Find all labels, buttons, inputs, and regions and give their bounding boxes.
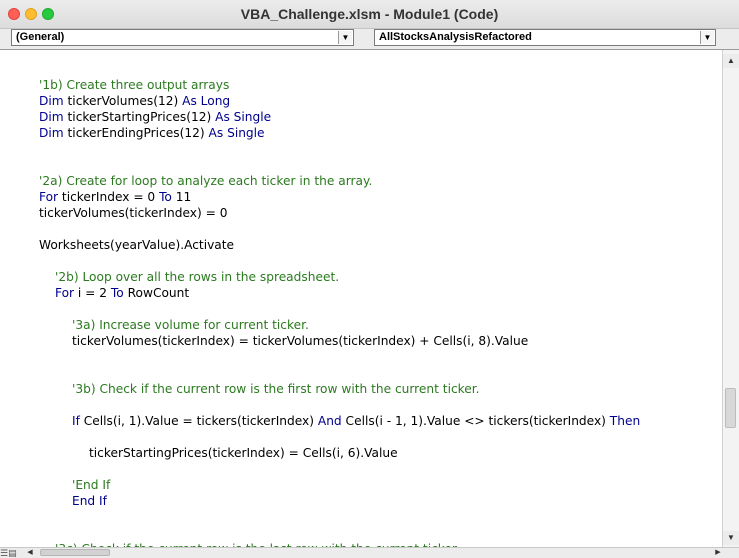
code-comment: '1b) Create three output arrays [39, 78, 230, 92]
scroll-right-icon[interactable]: ▶ [712, 548, 724, 558]
scroll-up-icon[interactable]: ▲ [723, 54, 739, 68]
code-line[interactable]: '2a) Create for loop to analyze each tic… [39, 173, 372, 189]
scroll-down-icon[interactable]: ▼ [723, 531, 739, 545]
code-text: Cells(i - 1, 1).Value <> tickers(tickerI… [341, 414, 610, 428]
code-text: i = 2 [74, 286, 111, 300]
code-comment: '3b) Check if the current row is the fir… [72, 382, 480, 396]
code-text: tickerVolumes(tickerIndex) = tickerVolum… [72, 334, 529, 348]
code-text: tickerVolumes(12) [63, 94, 183, 108]
code-line[interactable]: For tickerIndex = 0 To 11 [39, 189, 191, 205]
code-keyword: Dim [39, 94, 64, 108]
chevron-down-icon[interactable]: ▼ [338, 31, 352, 44]
code-window-toolbar: (General) ▼ AllStocksAnalysisRefactored … [0, 29, 739, 50]
code-line[interactable]: Dim tickerEndingPrices(12) As Single [39, 125, 265, 141]
code-keyword: As Single [208, 126, 265, 140]
code-comment: '2b) Loop over all the rows in the sprea… [55, 270, 340, 284]
code-text: tickerEndingPrices(12) [63, 126, 209, 140]
code-text: Worksheets(yearValue).Activate [39, 238, 235, 252]
code-text: tickerStartingPrices(12) [63, 110, 216, 124]
code-keyword: For [39, 190, 59, 204]
chevron-down-icon[interactable]: ▼ [700, 31, 714, 44]
code-text: tickerVolumes(tickerIndex) = 0 [39, 206, 228, 220]
code-text: Cells(i, 1).Value = tickers(tickerIndex) [79, 414, 318, 428]
code-comment: 'End If [72, 478, 111, 492]
procedure-view-icon[interactable]: ☰▤ [0, 548, 22, 558]
title-bar: VBA_Challenge.xlsm - Module1 (Code) [0, 0, 739, 29]
code-keyword: To [159, 190, 172, 204]
code-line[interactable]: tickerStartingPrices(tickerIndex) = Cell… [89, 445, 398, 461]
code-text: 11 [171, 190, 192, 204]
horizontal-scroll-thumb[interactable] [40, 549, 110, 556]
code-line[interactable]: '3a) Increase volume for current ticker. [72, 317, 309, 333]
code-keyword: If [72, 414, 80, 428]
code-line[interactable]: End If [72, 493, 107, 509]
code-line[interactable]: '1b) Create three output arrays [39, 77, 229, 93]
code-keyword: Then [609, 414, 641, 428]
code-line[interactable]: 'End If [72, 477, 110, 493]
code-keyword: As Single [215, 110, 272, 124]
code-keyword: Dim [39, 110, 64, 124]
code-text: tickerIndex = 0 [58, 190, 160, 204]
code-keyword: End If [72, 494, 107, 508]
code-keyword: To [110, 286, 124, 300]
code-comment: '2a) Create for loop to analyze each tic… [39, 174, 373, 188]
procedure-dropdown-value: AllStocksAnalysisRefactored [379, 31, 532, 43]
code-line[interactable]: If Cells(i, 1).Value = tickers(tickerInd… [72, 413, 640, 429]
code-line[interactable]: Dim tickerStartingPrices(12) As Single [39, 109, 271, 125]
window-title: VBA_Challenge.xlsm - Module1 (Code) [240, 6, 499, 22]
code-line[interactable]: For i = 2 To RowCount [55, 285, 189, 301]
procedure-dropdown[interactable]: AllStocksAnalysisRefactored ▼ [374, 29, 716, 46]
code-line[interactable]: Dim tickerVolumes(12) As Long [39, 93, 230, 109]
vertical-scrollbar[interactable]: ▲ ▼ [722, 50, 739, 547]
code-keyword: For [55, 286, 75, 300]
code-text: RowCount [123, 286, 190, 300]
code-keyword: As Long [182, 94, 231, 108]
code-comment: '3a) Increase volume for current ticker. [72, 318, 309, 332]
code-line[interactable]: Worksheets(yearValue).Activate [39, 237, 234, 253]
scroll-left-icon[interactable]: ◀ [24, 548, 36, 558]
object-dropdown-value: (General) [16, 31, 65, 43]
code-text: tickerStartingPrices(tickerIndex) = Cell… [89, 446, 398, 460]
code-keyword: And [317, 414, 342, 428]
horizontal-scrollbar[interactable]: ☰▤ ◀ ▶ [0, 547, 739, 558]
code-line[interactable]: '3b) Check if the current row is the fir… [72, 381, 480, 397]
code-keyword: Dim [39, 126, 64, 140]
code-editor[interactable]: '1b) Create three output arrays Dim ticke… [0, 50, 722, 547]
code-line[interactable]: tickerVolumes(tickerIndex) = tickerVolum… [72, 333, 528, 349]
code-line[interactable]: '2b) Loop over all the rows in the sprea… [55, 269, 339, 285]
object-dropdown[interactable]: (General) ▼ [11, 29, 354, 46]
code-line[interactable]: tickerVolumes(tickerIndex) = 0 [39, 205, 227, 221]
vertical-scroll-thumb[interactable] [725, 388, 736, 428]
